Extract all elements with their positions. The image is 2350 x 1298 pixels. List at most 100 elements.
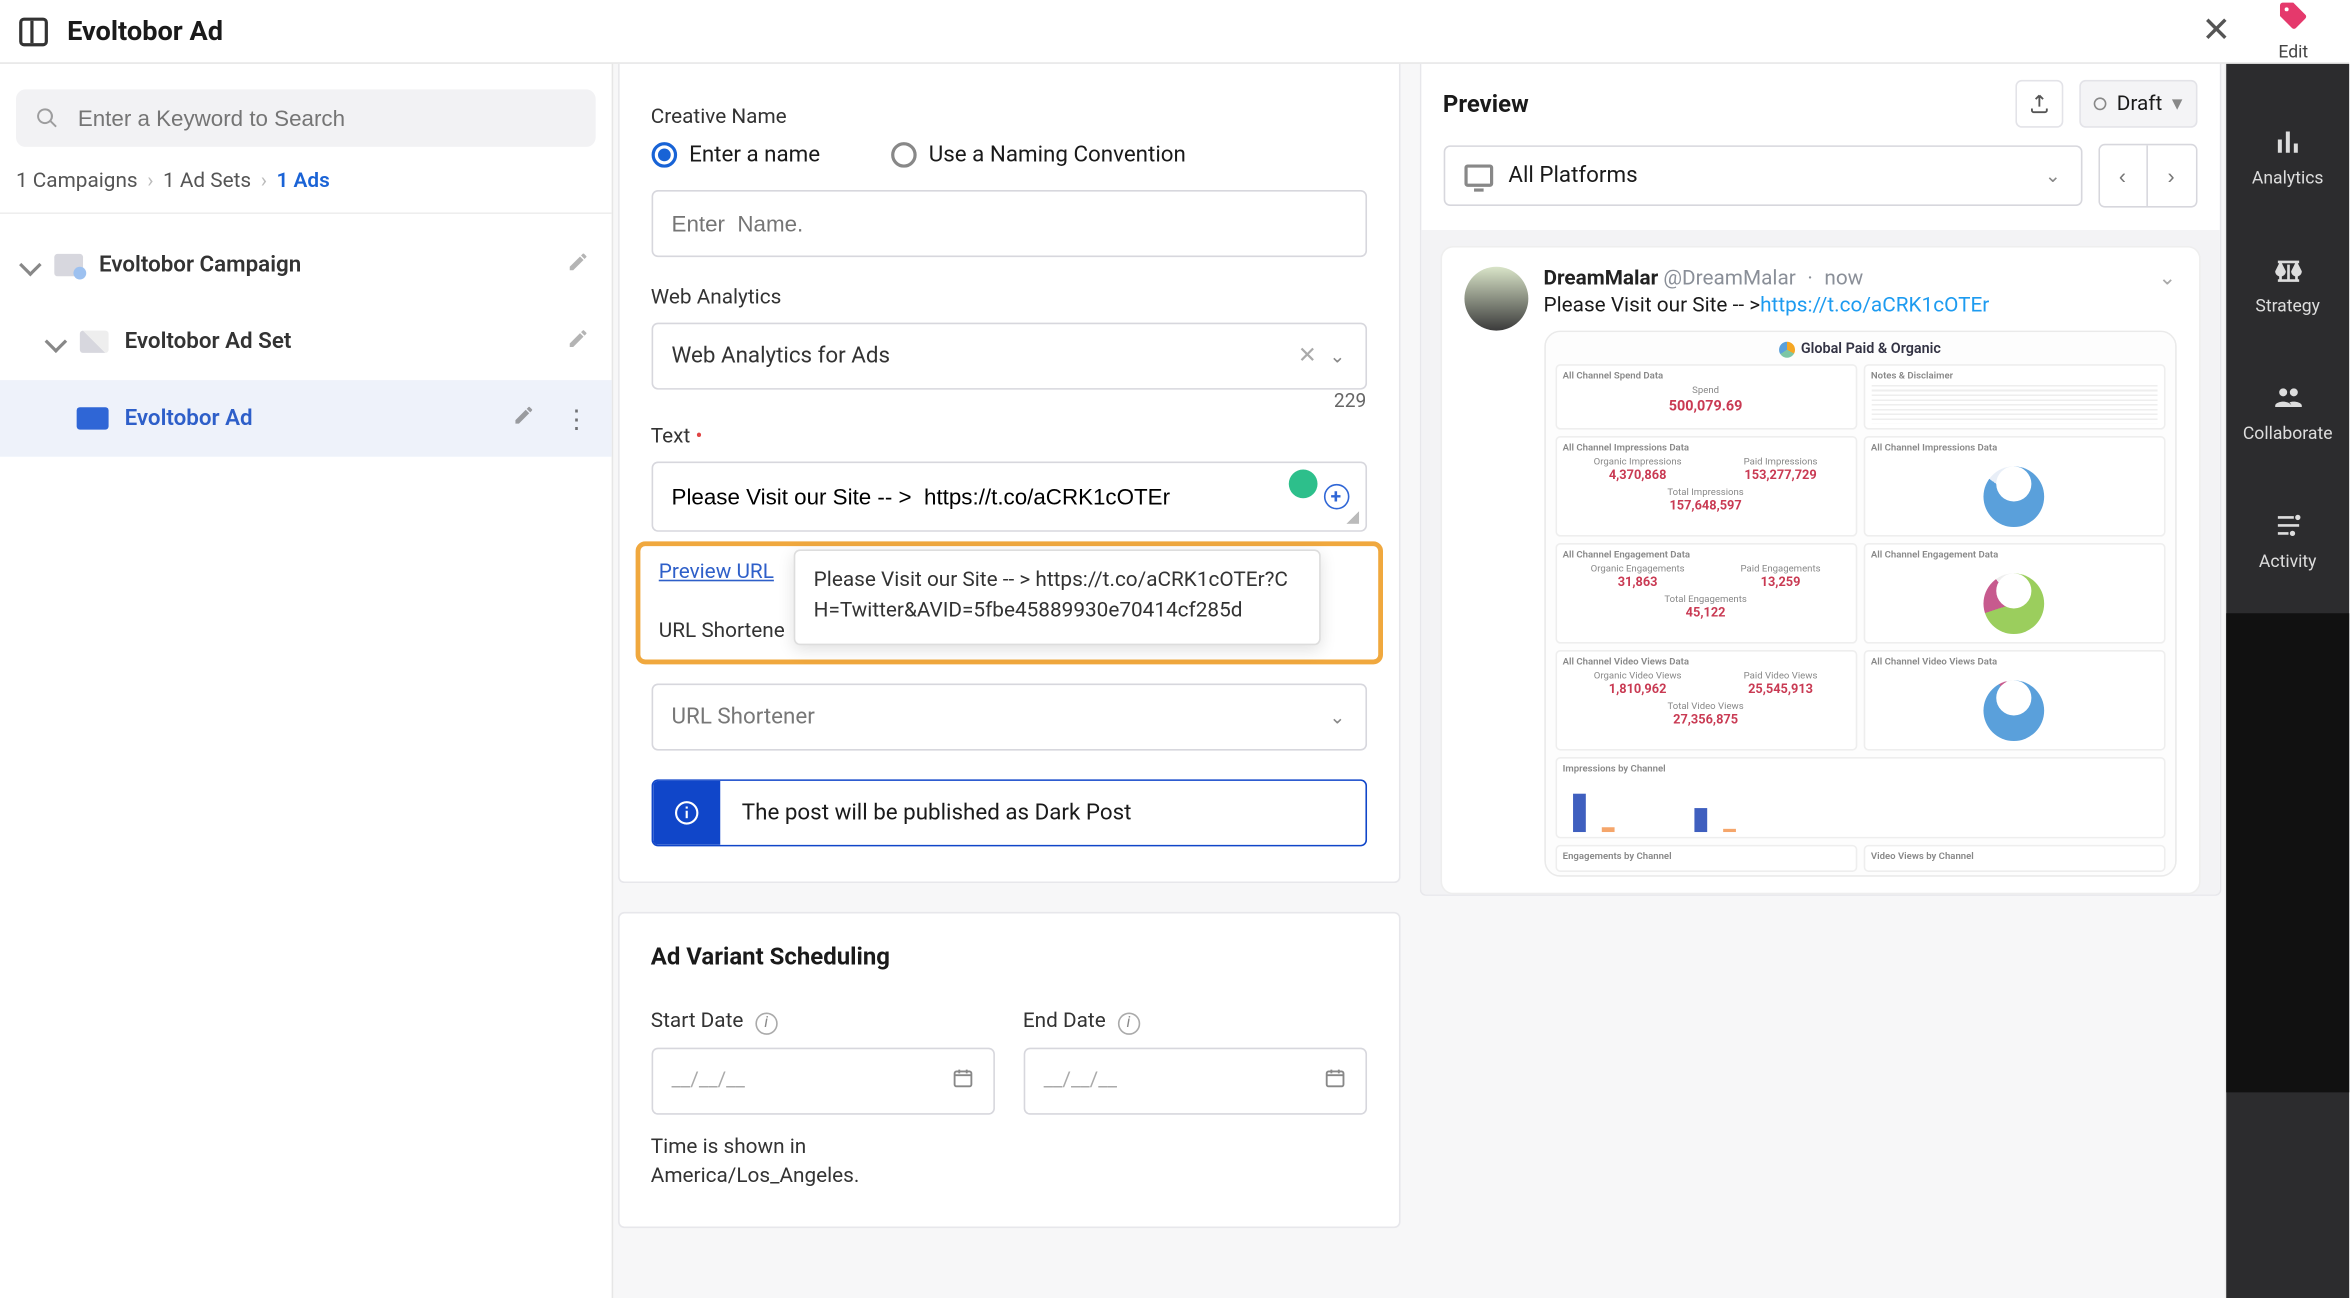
creative-name-radios: Enter a name Use a Naming Convention	[651, 142, 1366, 168]
chevron-down-icon: ⌄	[2045, 164, 2061, 186]
sidebar: 1 Campaigns › 1 Ad Sets › 1 Ads Evoltobo…	[0, 64, 613, 1298]
avatar	[1464, 267, 1528, 331]
editor-area: Creative Name Enter a name Use a Naming …	[613, 64, 2224, 1298]
info-icon[interactable]: i	[755, 1012, 777, 1034]
tag-icon	[2257, 0, 2330, 38]
close-icon[interactable]: ✕	[2202, 11, 2231, 51]
end-date-text: End Date	[1023, 1009, 1106, 1033]
layout-icon[interactable]	[19, 17, 48, 46]
dash-vid-ring: All Channel Video Views Data	[1863, 650, 2165, 751]
chevron-down-icon[interactable]: ⌄	[1329, 706, 1345, 728]
chevron-down-icon[interactable]: ⌄	[1329, 345, 1345, 367]
text-label: Text •	[651, 425, 1366, 449]
bar-chart-icon	[1563, 778, 2157, 832]
tree-adset-row[interactable]: Evoltobor Ad Set	[0, 303, 612, 380]
preview-url-tooltip: Please Visit our Site -- > https://t.co/…	[793, 549, 1320, 644]
rail-collaborate[interactable]: Collaborate	[2226, 348, 2349, 476]
tree-campaign-label: Evoltobor Campaign	[99, 252, 301, 278]
web-analytics-select[interactable]: Web Analytics for Ads ✕ ⌄	[651, 323, 1366, 390]
start-date-input[interactable]: __/__/__	[651, 1047, 994, 1114]
dash-vid-card: All Channel Video Views Data Organic Vid…	[1555, 650, 1857, 751]
page-title: Evoltobor Ad	[67, 15, 223, 47]
dash-eng-card: All Channel Engagement Data Organic Enga…	[1555, 543, 1857, 644]
post-text-input[interactable]: +	[651, 462, 1366, 532]
tree-ad-row[interactable]: Evoltobor Ad ⋮	[0, 380, 612, 457]
info-icon[interactable]: i	[1117, 1012, 1139, 1034]
grammarly-icon	[1288, 470, 1317, 499]
more-icon[interactable]: ⋮	[564, 403, 590, 433]
creative-name-field[interactable]	[672, 211, 1346, 237]
preview-url-link[interactable]: Preview URL	[659, 561, 774, 585]
edit-icon[interactable]	[567, 251, 589, 280]
dash-vid-title: All Channel Video Views Data	[1563, 657, 1849, 668]
chevron-down-icon[interactable]	[45, 330, 68, 353]
edit-button[interactable]: Edit	[2257, 0, 2330, 62]
chevron-down-icon[interactable]: ⌄	[2158, 267, 2175, 291]
status-label: Draft	[2117, 92, 2163, 116]
scheduling-card: Ad Variant Scheduling Start Date i __/__…	[617, 912, 1400, 1228]
activity-icon	[2272, 509, 2304, 541]
dash-impr-total-label: Total Impressions	[1667, 487, 1743, 498]
radio-enter-name[interactable]: Enter a name	[651, 142, 820, 168]
preview-nav: ‹ ›	[2098, 144, 2197, 208]
clear-icon[interactable]: ✕	[1298, 343, 1317, 369]
tweet-meta: DreamMalar @DreamMalar · now ⌄	[1544, 267, 2176, 291]
dash-impr-ring: All Channel Impressions Data	[1863, 436, 2165, 537]
crumb-campaigns[interactable]: 1 Campaigns	[16, 169, 138, 193]
dot-icon: ·	[1807, 267, 1812, 291]
campaign-icon	[54, 254, 83, 276]
timezone-note: Time is shown in America/Los_Angeles.	[651, 1133, 938, 1191]
calendar-icon[interactable]	[1323, 1066, 1345, 1095]
dash-spend-value: 500,079.69	[1563, 399, 1849, 415]
crumb-adsets[interactable]: 1 Ad Sets	[163, 169, 251, 193]
dash-eng-paid-val: 13,259	[1741, 575, 1821, 589]
creative-name-input[interactable]	[651, 190, 1366, 257]
radio-naming-convention[interactable]: Use a Naming Convention	[890, 142, 1185, 168]
status-dropdown[interactable]: Draft ▾	[2080, 80, 2197, 128]
rail-activity[interactable]: Activity	[2226, 476, 2349, 604]
edit-icon[interactable]	[513, 404, 535, 433]
url-shortener-select[interactable]: URL Shortener ⌄	[651, 684, 1366, 751]
tweet-preview: DreamMalar @DreamMalar · now ⌄ Please Vi…	[1440, 246, 2200, 895]
platform-select[interactable]: All Platforms ⌄	[1443, 145, 2082, 206]
search-input[interactable]	[16, 89, 596, 146]
tree-campaign-row[interactable]: Evoltobor Campaign	[0, 227, 612, 304]
dash-vid-org-label: Organic Video Views	[1594, 671, 1682, 682]
end-date-input[interactable]: __/__/__	[1023, 1047, 1366, 1114]
dash-eng-ring: All Channel Engagement Data	[1863, 543, 2165, 644]
char-count: 229	[1334, 390, 1366, 412]
chevron-down-icon: ▾	[2172, 92, 2182, 116]
dash-bar2a-title: Engagements by Channel	[1563, 852, 1849, 863]
next-button[interactable]: ›	[2147, 145, 2195, 206]
rail-strategy[interactable]: Strategy	[2226, 220, 2349, 348]
platform-label: All Platforms	[1508, 163, 1637, 189]
tweet-link[interactable]: https://t.co/aCRK1cOTEr	[1760, 294, 1989, 318]
rail-analytics[interactable]: Analytics	[2226, 93, 2349, 221]
dash-spend-label: Spend	[1692, 385, 1719, 396]
dash-vid-total-val: 27,356,875	[1667, 713, 1743, 727]
prev-button[interactable]: ‹	[2099, 145, 2147, 206]
chevron-right-icon: ›	[147, 169, 153, 193]
resize-handle[interactable]	[1345, 511, 1358, 524]
chevron-down-icon[interactable]	[19, 254, 42, 277]
dash-bar2b: Video Views by Channel	[1863, 845, 2165, 872]
calendar-icon[interactable]	[951, 1066, 973, 1095]
start-date-placeholder: __/__/__	[672, 1068, 745, 1092]
radio-off-icon	[890, 142, 916, 168]
breadcrumb: 1 Campaigns › 1 Ad Sets › 1 Ads	[0, 169, 612, 214]
dash-vid-org-val: 1,810,962	[1594, 682, 1682, 696]
preview-heading: Preview	[1443, 89, 2000, 118]
dash-impr-paid-label: Paid Impressions	[1744, 457, 1818, 468]
donut-chart-icon	[1983, 681, 2044, 742]
export-icon[interactable]	[2016, 80, 2064, 128]
post-text-field[interactable]	[672, 484, 1346, 510]
search-field[interactable]	[78, 105, 577, 131]
crumb-ads[interactable]: 1 Ads	[277, 169, 330, 193]
dash-impr-card: All Channel Impressions Data Organic Imp…	[1555, 436, 1857, 537]
rail-collaborate-label: Collaborate	[2243, 422, 2333, 443]
add-icon[interactable]: +	[1323, 484, 1349, 510]
dash-impr-org-val: 4,370,868	[1594, 468, 1682, 482]
creative-card: Creative Name Enter a name Use a Naming …	[617, 64, 1400, 883]
dash-vid-paid-label: Paid Video Views	[1744, 671, 1818, 682]
edit-icon[interactable]	[567, 327, 589, 356]
